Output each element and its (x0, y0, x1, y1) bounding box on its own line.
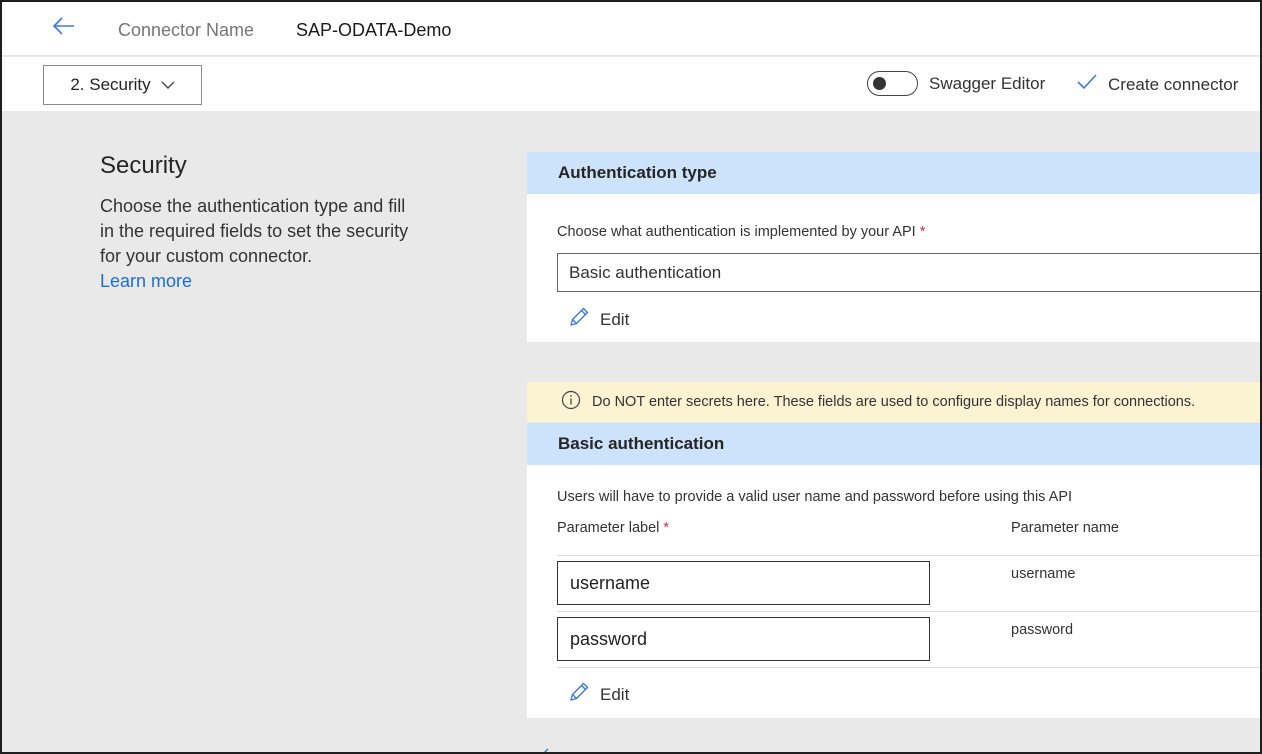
required-asterisk: * (919, 224, 926, 240)
required-asterisk: * (663, 520, 670, 536)
basic-auth-description: Users will have to provide a valid user … (557, 489, 1073, 505)
auth-type-select[interactable]: Basic authentication (557, 253, 1262, 292)
pencil-icon (568, 306, 590, 333)
section-description: Choose the authentication type and fill … (100, 194, 410, 294)
parameter-label-header-text: Parameter label (557, 520, 660, 536)
auth-type-question: Choose what authentication is implemente… (557, 224, 925, 240)
password-parameter-name: password (1011, 622, 1074, 638)
create-connector-button[interactable]: Create connector (1076, 73, 1238, 96)
divider (557, 555, 1262, 556)
create-connector-label: Create connector (1108, 74, 1239, 94)
authentication-type-header: Authentication type (527, 152, 1262, 194)
edit-label: Edit (600, 684, 630, 704)
back-arrow-icon (52, 16, 76, 41)
connector-name-value[interactable]: SAP-ODATA-Demo (296, 20, 451, 41)
chevron-down-icon (161, 75, 175, 95)
username-label-input[interactable]: username (557, 561, 930, 605)
secrets-warning-text: Do NOT enter secrets here. These fields … (592, 394, 1196, 410)
swagger-editor-label: Swagger Editor (929, 73, 1046, 93)
section-title: Security (100, 152, 187, 179)
divider (557, 611, 1262, 612)
partial-checkmark-icon (540, 744, 552, 754)
basic-auth-edit-button[interactable]: Edit (568, 681, 629, 708)
checkmark-icon (1076, 73, 1098, 96)
step-dropdown[interactable]: 2. Security (43, 65, 202, 105)
secrets-warning-banner: Do NOT enter secrets here. These fields … (527, 382, 1262, 422)
password-label-input[interactable]: password (557, 617, 930, 661)
username-parameter-name: username (1011, 566, 1076, 582)
divider (557, 667, 1262, 668)
back-button[interactable] (50, 14, 78, 42)
swagger-editor-toggle[interactable]: Swagger Editor (867, 71, 1045, 96)
command-bar: 2. Security Swagger Editor Create connec… (0, 57, 1262, 111)
parameter-label-header: Parameter label * (557, 520, 669, 536)
step-dropdown-label: 2. Security (70, 75, 151, 94)
pencil-icon (568, 681, 590, 708)
basic-authentication-card: Basic authentication Users will have to … (527, 423, 1262, 718)
auth-type-question-text: Choose what authentication is implemente… (557, 224, 916, 240)
basic-authentication-header: Basic authentication (527, 423, 1262, 465)
connector-name-label: Connector Name (118, 20, 255, 40)
toggle-knob (873, 77, 886, 90)
authentication-type-card: Authentication type Choose what authenti… (527, 152, 1262, 342)
parameter-name-header: Parameter name (1011, 520, 1119, 536)
auth-type-edit-button[interactable]: Edit (568, 306, 629, 333)
edit-label: Edit (600, 309, 630, 329)
toggle-switch[interactable] (867, 71, 918, 96)
section-description-text: Choose the authentication type and fill … (100, 196, 409, 266)
info-icon (561, 390, 581, 414)
top-bar: Connector Name SAP-ODATA-Demo (0, 0, 1262, 56)
learn-more-link[interactable]: Learn more (100, 271, 192, 291)
